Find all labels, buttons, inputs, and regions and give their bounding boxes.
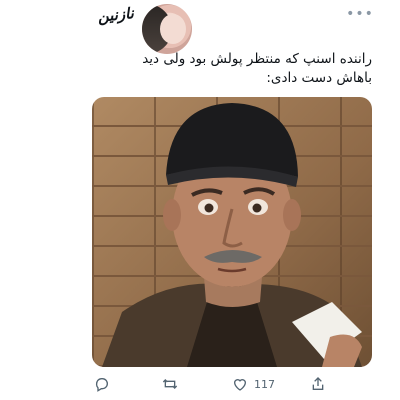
like-button[interactable]: 117	[232, 372, 275, 396]
tweet-card: ••• نازنین راننده اسنپ که منتظر پولش بود…	[0, 0, 400, 400]
more-dots-icon[interactable]: •••	[346, 6, 373, 22]
share-button[interactable]	[310, 372, 326, 396]
reply-bubble-icon	[94, 376, 110, 392]
share-icon	[310, 376, 326, 392]
avatar[interactable]	[142, 4, 192, 54]
tweet-action-bar: 117	[86, 372, 372, 396]
author-display-name[interactable]: نازنین	[87, 4, 135, 33]
reply-button[interactable]	[94, 372, 110, 396]
heart-icon	[232, 376, 248, 392]
like-count: 117	[254, 377, 275, 391]
man-in-beanie-photo	[102, 103, 362, 367]
retweet-icon	[161, 376, 179, 392]
tweet-text: راننده اسنپ که منتظر پولش بود ولی دید با…	[142, 51, 372, 86]
tweet-media-image[interactable]	[92, 97, 372, 367]
retweet-button[interactable]	[161, 372, 179, 396]
